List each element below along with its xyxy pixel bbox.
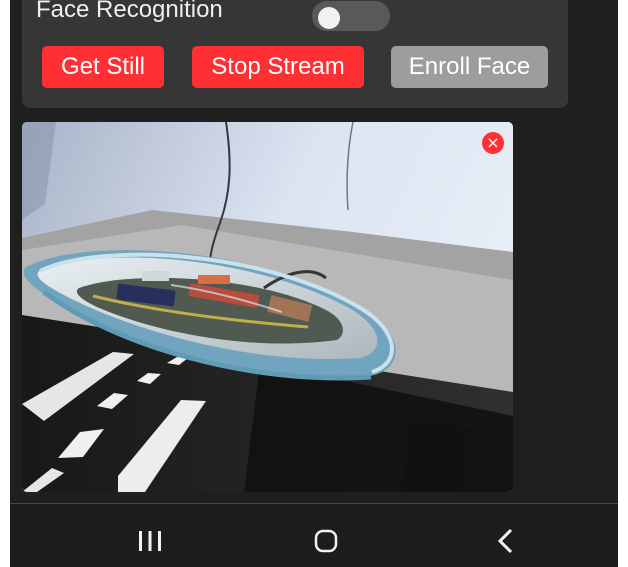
- face-recognition-label: Face Recognition: [36, 0, 223, 23]
- enroll-face-button[interactable]: Enroll Face: [391, 46, 548, 88]
- face-recognition-toggle[interactable]: [312, 1, 390, 31]
- stop-stream-button[interactable]: Stop Stream: [192, 46, 364, 88]
- back-icon[interactable]: [496, 528, 514, 554]
- close-stream-button[interactable]: ×: [482, 132, 504, 154]
- recent-apps-icon[interactable]: [138, 531, 162, 551]
- home-icon[interactable]: [314, 529, 338, 553]
- camera-control-panel: Face Recognition Get Still Stop Stream E…: [22, 0, 568, 108]
- camera-stream: ×: [22, 122, 513, 492]
- phone-screen: Face Recognition Get Still Stop Stream E…: [10, 0, 618, 567]
- toggle-knob: [318, 7, 340, 29]
- get-still-button[interactable]: Get Still: [42, 46, 164, 88]
- system-navigation-bar: [10, 503, 618, 567]
- camera-stream-image: [22, 122, 513, 492]
